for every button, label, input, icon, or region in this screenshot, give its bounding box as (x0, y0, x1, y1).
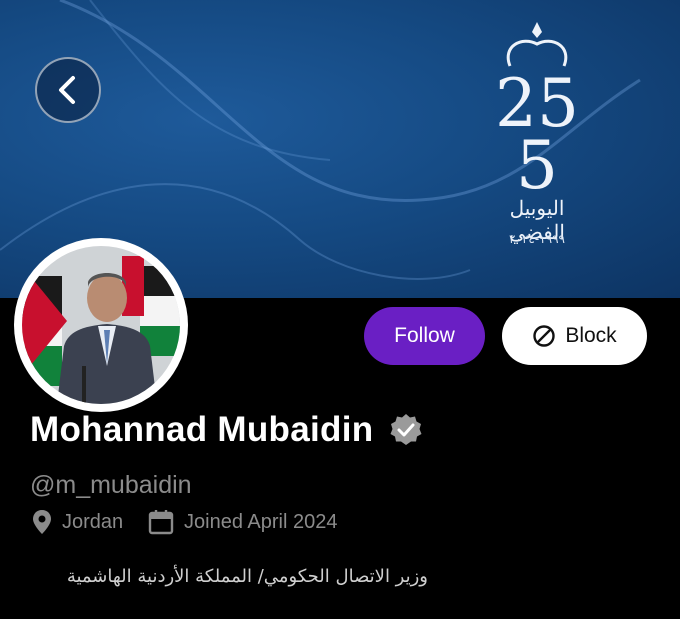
chevron-left-icon (59, 76, 75, 104)
profile-joined: Joined April 2024 (148, 509, 337, 535)
block-button[interactable]: Block (502, 307, 647, 365)
profile-photo (22, 246, 180, 404)
location-pin-icon (33, 510, 51, 534)
profile-handle: @m_mubaidin (30, 471, 192, 499)
profile-location: Jordan (32, 509, 123, 535)
profile-bio: وزير الاتصال الحكومي/ المملكة الأردنية ا… (66, 566, 428, 587)
svg-text:5: 5 (516, 127, 558, 204)
block-icon (533, 325, 556, 347)
block-label: Block (565, 324, 617, 347)
verified-badge-icon[interactable] (389, 413, 423, 447)
follow-label: Follow (394, 324, 455, 347)
profile-name: Mohannad Mubaidin (30, 410, 374, 449)
avatar[interactable] (14, 238, 188, 412)
joined-text: Joined April 2024 (184, 510, 338, 533)
back-button[interactable] (35, 57, 101, 123)
location-text: Jordan (62, 510, 124, 533)
follow-button[interactable]: Follow (364, 307, 485, 365)
emblem-years: ١٩٩٩-٢٠٢٤ (509, 232, 565, 246)
calendar-icon (148, 510, 174, 535)
profile-name-row: Mohannad Mubaidin (30, 410, 423, 450)
